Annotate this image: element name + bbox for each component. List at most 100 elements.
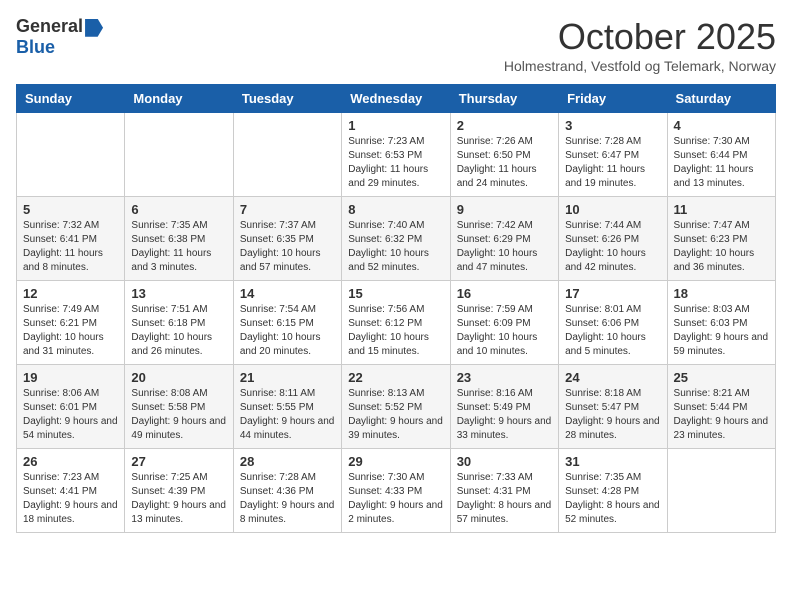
weekday-header-row: SundayMondayTuesdayWednesdayThursdayFrid… [17, 85, 776, 113]
day-info: Sunrise: 7:35 AMSunset: 4:28 PMDaylight:… [565, 471, 660, 527]
day-info: Sunrise: 8:01 AMSunset: 6:06 PMDaylight:… [565, 303, 660, 359]
day-number: 4 [674, 118, 769, 133]
logo-text: General [16, 16, 103, 37]
calendar-week-4: 19Sunrise: 8:06 AMSunset: 6:01 PMDayligh… [17, 365, 776, 449]
day-number: 18 [674, 286, 769, 301]
day-info: Sunrise: 7:49 AMSunset: 6:21 PMDaylight:… [23, 303, 118, 359]
day-number: 15 [348, 286, 443, 301]
weekday-header-saturday: Saturday [667, 85, 775, 113]
page-header: General Blue October 2025 Holmestrand, V… [16, 16, 776, 74]
calendar-cell [667, 449, 775, 533]
calendar-table: SundayMondayTuesdayWednesdayThursdayFrid… [16, 84, 776, 533]
day-number: 13 [131, 286, 226, 301]
calendar-week-1: 1 Sunrise: 7:23 AMSunset: 6:53 PMDaylight… [17, 113, 776, 197]
calendar-week-3: 12 Sunrise: 7:49 AMSunset: 6:21 PMDayligh… [17, 281, 776, 365]
day-number: 12 [23, 286, 118, 301]
day-number: 11 [674, 202, 769, 217]
day-info: Sunrise: 7:56 AMSunset: 6:12 PMDaylight:… [348, 303, 443, 359]
day-info: Sunrise: 8:11 AMSunset: 5:55 PMDaylight:… [240, 387, 335, 443]
calendar-cell: 8 Sunrise: 7:40 AMSunset: 6:32 PMDaylight… [342, 197, 450, 281]
calendar-week-2: 5 Sunrise: 7:32 AMSunset: 6:41 PMDaylight… [17, 197, 776, 281]
day-number: 28 [240, 454, 335, 469]
calendar-cell: 3 Sunrise: 7:28 AMSunset: 6:47 PMDaylight… [559, 113, 667, 197]
calendar-cell: 20Sunrise: 8:08 AMSunset: 5:58 PMDayligh… [125, 365, 233, 449]
day-info: Sunrise: 7:30 AMSunset: 6:44 PMDaylight:… [674, 135, 769, 191]
day-number: 20 [131, 370, 226, 385]
day-info: Sunrise: 8:03 AMSunset: 6:03 PMDaylight:… [674, 303, 769, 359]
day-info: Sunrise: 7:54 AMSunset: 6:15 PMDaylight:… [240, 303, 335, 359]
weekday-header-wednesday: Wednesday [342, 85, 450, 113]
day-number: 29 [348, 454, 443, 469]
day-number: 8 [348, 202, 443, 217]
calendar-cell: 13 Sunrise: 7:51 AMSunset: 6:18 PMDayligh… [125, 281, 233, 365]
day-number: 21 [240, 370, 335, 385]
day-number: 16 [457, 286, 552, 301]
day-number: 6 [131, 202, 226, 217]
day-info: Sunrise: 7:23 AMSunset: 6:53 PMDaylight:… [348, 135, 443, 191]
calendar-cell: 17Sunrise: 8:01 AMSunset: 6:06 PMDayligh… [559, 281, 667, 365]
weekday-header-thursday: Thursday [450, 85, 558, 113]
month-title: October 2025 [504, 16, 776, 58]
day-info: Sunrise: 7:26 AMSunset: 6:50 PMDaylight:… [457, 135, 552, 191]
day-info: Sunrise: 8:13 AMSunset: 5:52 PMDaylight:… [348, 387, 443, 443]
day-number: 1 [348, 118, 443, 133]
day-number: 25 [674, 370, 769, 385]
day-info: Sunrise: 8:16 AMSunset: 5:49 PMDaylight:… [457, 387, 552, 443]
calendar-cell: 23 Sunrise: 8:16 AMSunset: 5:49 PMDayligh… [450, 365, 558, 449]
day-info: Sunrise: 8:21 AMSunset: 5:44 PMDaylight:… [674, 387, 769, 443]
calendar-cell: 27 Sunrise: 7:25 AMSunset: 4:39 PMDayligh… [125, 449, 233, 533]
logo-general: General [16, 16, 83, 36]
logo-blue: Blue [16, 37, 55, 58]
day-info: Sunrise: 7:59 AMSunset: 6:09 PMDaylight:… [457, 303, 552, 359]
calendar-cell: 30Sunrise: 7:33 AMSunset: 4:31 PMDayligh… [450, 449, 558, 533]
day-info: Sunrise: 7:30 AMSunset: 4:33 PMDaylight:… [348, 471, 443, 527]
day-number: 27 [131, 454, 226, 469]
day-info: Sunrise: 7:51 AMSunset: 6:18 PMDaylight:… [131, 303, 226, 359]
day-info: Sunrise: 7:25 AMSunset: 4:39 PMDaylight:… [131, 471, 226, 527]
calendar-cell: 28 Sunrise: 7:28 AMSunset: 4:36 PMDayligh… [233, 449, 341, 533]
calendar-cell: 9Sunrise: 7:42 AMSunset: 6:29 PMDaylight… [450, 197, 558, 281]
day-number: 24 [565, 370, 660, 385]
day-number: 3 [565, 118, 660, 133]
logo: General Blue [16, 16, 103, 58]
day-number: 5 [23, 202, 118, 217]
calendar-cell: 10Sunrise: 7:44 AMSunset: 6:26 PMDayligh… [559, 197, 667, 281]
day-info: Sunrise: 7:35 AMSunset: 6:38 PMDaylight:… [131, 219, 226, 275]
day-info: Sunrise: 7:44 AMSunset: 6:26 PMDaylight:… [565, 219, 660, 275]
calendar-cell: 21 Sunrise: 8:11 AMSunset: 5:55 PMDayligh… [233, 365, 341, 449]
calendar-cell: 1 Sunrise: 7:23 AMSunset: 6:53 PMDaylight… [342, 113, 450, 197]
calendar-cell: 16 Sunrise: 7:59 AMSunset: 6:09 PMDayligh… [450, 281, 558, 365]
location-subtitle: Holmestrand, Vestfold og Telemark, Norwa… [504, 58, 776, 74]
calendar-cell [17, 113, 125, 197]
day-info: Sunrise: 7:40 AMSunset: 6:32 PMDaylight:… [348, 219, 443, 275]
calendar-cell: 4 Sunrise: 7:30 AMSunset: 6:44 PMDaylight… [667, 113, 775, 197]
day-number: 23 [457, 370, 552, 385]
calendar-cell: 5 Sunrise: 7:32 AMSunset: 6:41 PMDaylight… [17, 197, 125, 281]
day-number: 14 [240, 286, 335, 301]
calendar-cell: 31 Sunrise: 7:35 AMSunset: 4:28 PMDayligh… [559, 449, 667, 533]
day-number: 31 [565, 454, 660, 469]
calendar-cell [125, 113, 233, 197]
weekday-header-monday: Monday [125, 85, 233, 113]
day-info: Sunrise: 7:23 AMSunset: 4:41 PMDaylight:… [23, 471, 118, 527]
day-info: Sunrise: 8:18 AMSunset: 5:47 PMDaylight:… [565, 387, 660, 443]
day-info: Sunrise: 7:28 AMSunset: 4:36 PMDaylight:… [240, 471, 335, 527]
calendar-week-5: 26Sunrise: 7:23 AMSunset: 4:41 PMDayligh… [17, 449, 776, 533]
weekday-header-tuesday: Tuesday [233, 85, 341, 113]
calendar-cell: 22Sunrise: 8:13 AMSunset: 5:52 PMDayligh… [342, 365, 450, 449]
day-info: Sunrise: 7:28 AMSunset: 6:47 PMDaylight:… [565, 135, 660, 191]
day-info: Sunrise: 8:06 AMSunset: 6:01 PMDaylight:… [23, 387, 118, 443]
day-number: 7 [240, 202, 335, 217]
weekday-header-sunday: Sunday [17, 85, 125, 113]
calendar-cell: 25 Sunrise: 8:21 AMSunset: 5:44 PMDayligh… [667, 365, 775, 449]
day-number: 9 [457, 202, 552, 217]
calendar-cell: 7 Sunrise: 7:37 AMSunset: 6:35 PMDaylight… [233, 197, 341, 281]
logo-icon [85, 19, 103, 37]
calendar-cell: 12 Sunrise: 7:49 AMSunset: 6:21 PMDayligh… [17, 281, 125, 365]
day-number: 2 [457, 118, 552, 133]
day-info: Sunrise: 7:32 AMSunset: 6:41 PMDaylight:… [23, 219, 118, 275]
title-block: October 2025 Holmestrand, Vestfold og Te… [504, 16, 776, 74]
day-info: Sunrise: 7:37 AMSunset: 6:35 PMDaylight:… [240, 219, 335, 275]
calendar-cell: 2 Sunrise: 7:26 AMSunset: 6:50 PMDaylight… [450, 113, 558, 197]
calendar-cell: 24 Sunrise: 8:18 AMSunset: 5:47 PMDayligh… [559, 365, 667, 449]
